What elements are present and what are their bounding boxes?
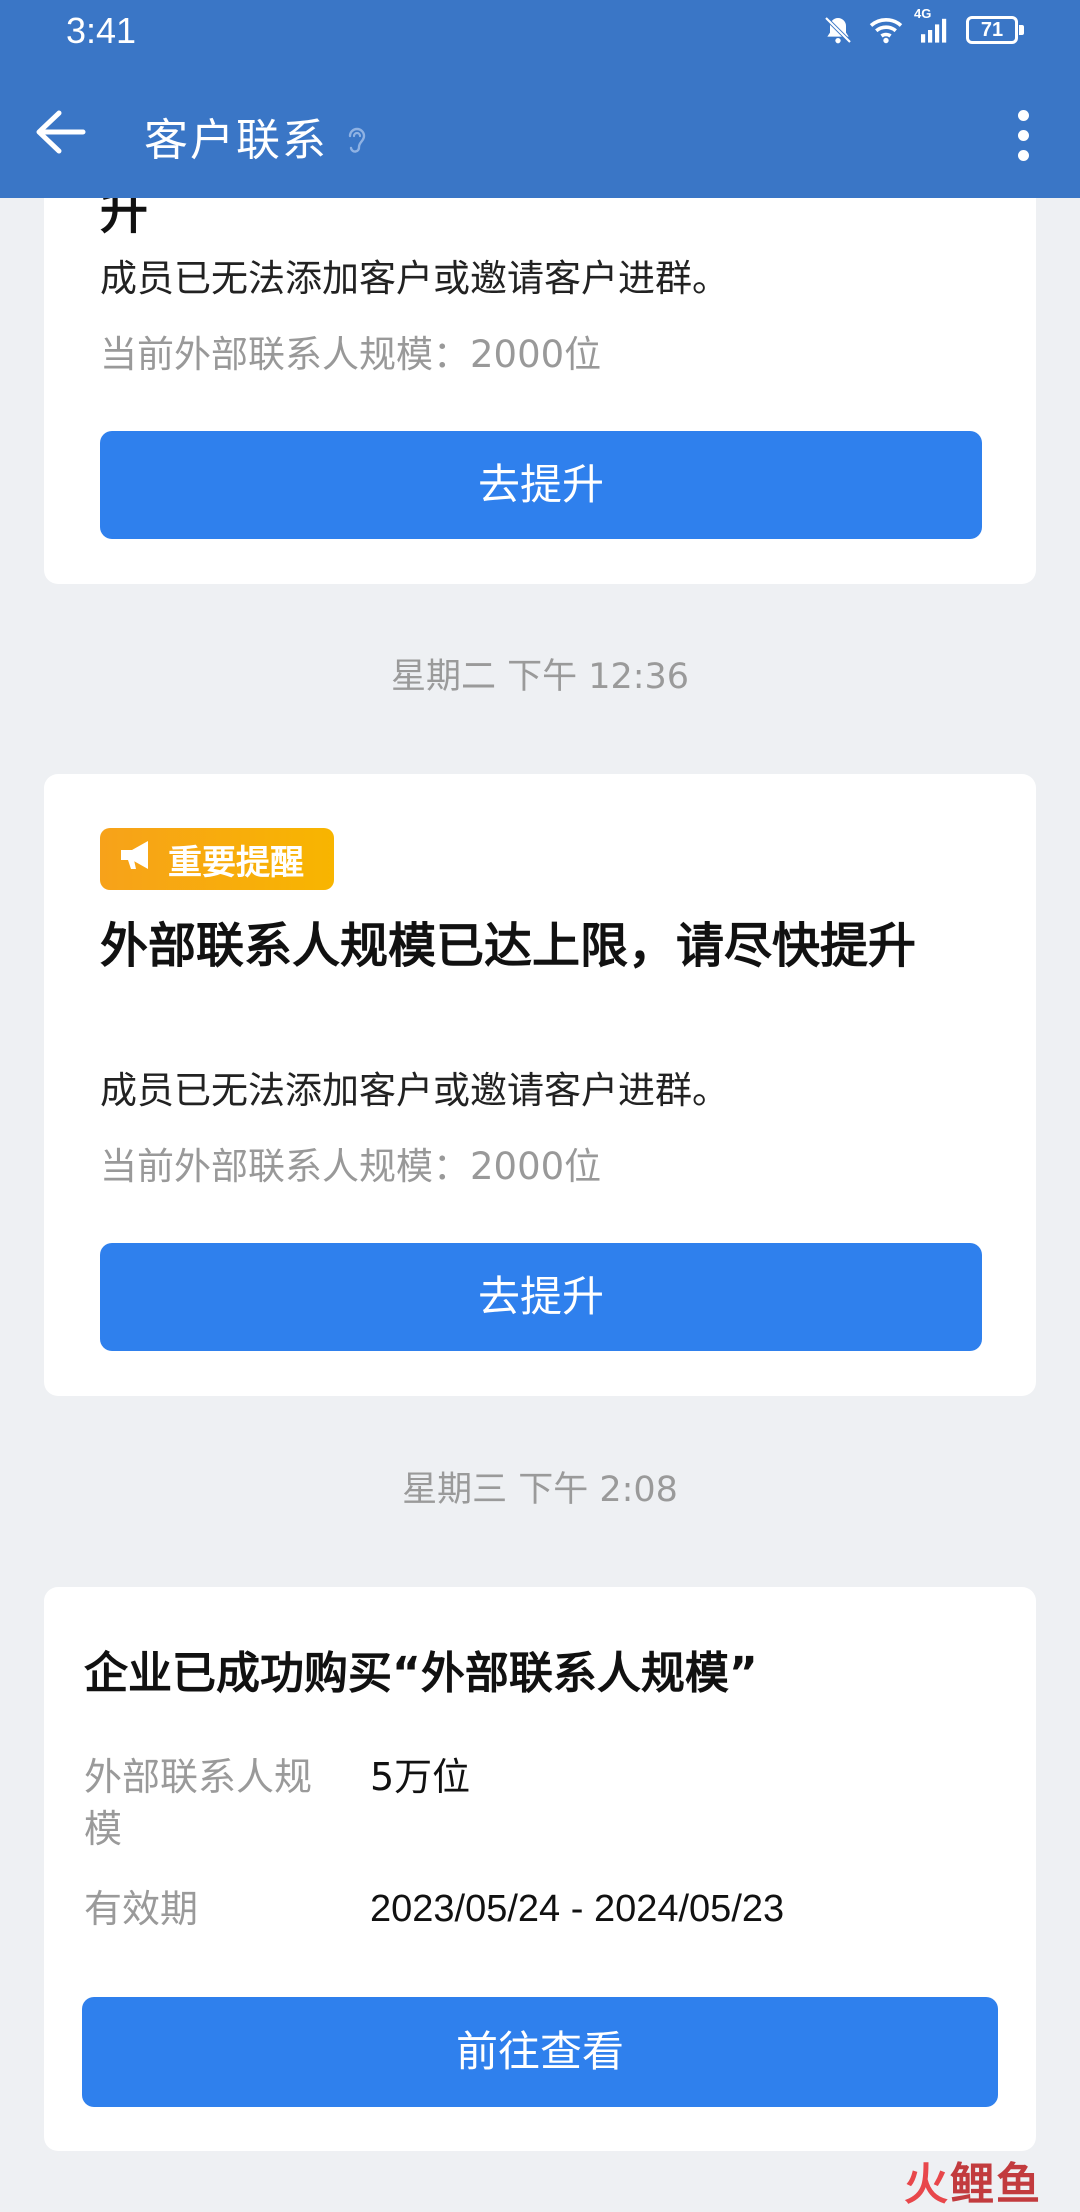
view-button[interactable]: 前往查看 [82,1997,998,2107]
arrow-left-icon [33,109,87,159]
wifi-icon [868,15,904,45]
signal-icon: 4G [914,6,952,44]
megaphone-icon [118,838,156,881]
watermark-text-1: 火 [904,2159,950,2210]
ear-icon[interactable] [346,124,368,160]
card-title: 外部联系人规模已达上限，请尽快提升 [100,918,917,974]
more-options-button[interactable] [988,100,1058,170]
battery-icon: 71 [966,16,1024,44]
bell-off-icon [822,14,854,46]
status-bar: 3:41 4G 71 [0,0,1080,66]
watermark-logo: 火鲤鱼 [904,2148,1042,2212]
card-scale-text: 当前外部联系人规模：2000位 [100,333,602,376]
card-scale-text: 当前外部联系人规模：2000位 [100,1145,602,1188]
back-button[interactable] [28,102,92,166]
purchase-card: 企业已成功购买“外部联系人规模” 外部联系人规模 5万位 有效期 2023/05… [44,1587,1036,2151]
status-icons: 4G 71 [822,6,1024,46]
detail-label: 有效期 [84,1887,199,1931]
network-type: 4G [914,6,932,21]
message-timestamp: 星期三 下午 2:08 [402,1470,678,1510]
card-description: 成员已无法添加客户或邀请客户进群。 [100,257,729,300]
detail-label: 外部联系人规模 [84,1755,313,1851]
upgrade-button[interactable]: 去提升 [100,1243,982,1351]
notice-card: 重要提醒 外部联系人规模已达上限，请尽快提升 成员已无法添加客户或邀请客户进群。… [44,774,1036,1396]
page-title: 客户联系 [144,115,328,166]
more-vertical-icon [1017,109,1029,121]
detail-value: 5万位 [370,1755,471,1799]
upgrade-button[interactable]: 去提升 [100,431,982,539]
badge-label: 重要提醒 [168,842,304,883]
title-bar: 客户联系 [0,66,1080,198]
card-description: 成员已无法添加客户或邀请客户进群。 [100,1069,729,1112]
app-header: 3:41 4G 71 客户联系 [0,0,1080,198]
message-timestamp: 星期二 下午 12:36 [390,657,690,697]
detail-value: 2023/05/24 - 2024/05/23 [370,1888,785,1930]
card-title: 企业已成功购买“外部联系人规模” [84,1648,758,1699]
watermark-text-2: 鲤鱼 [950,2159,1042,2210]
status-time: 3:41 [66,10,137,51]
important-badge: 重要提醒 [100,828,334,890]
